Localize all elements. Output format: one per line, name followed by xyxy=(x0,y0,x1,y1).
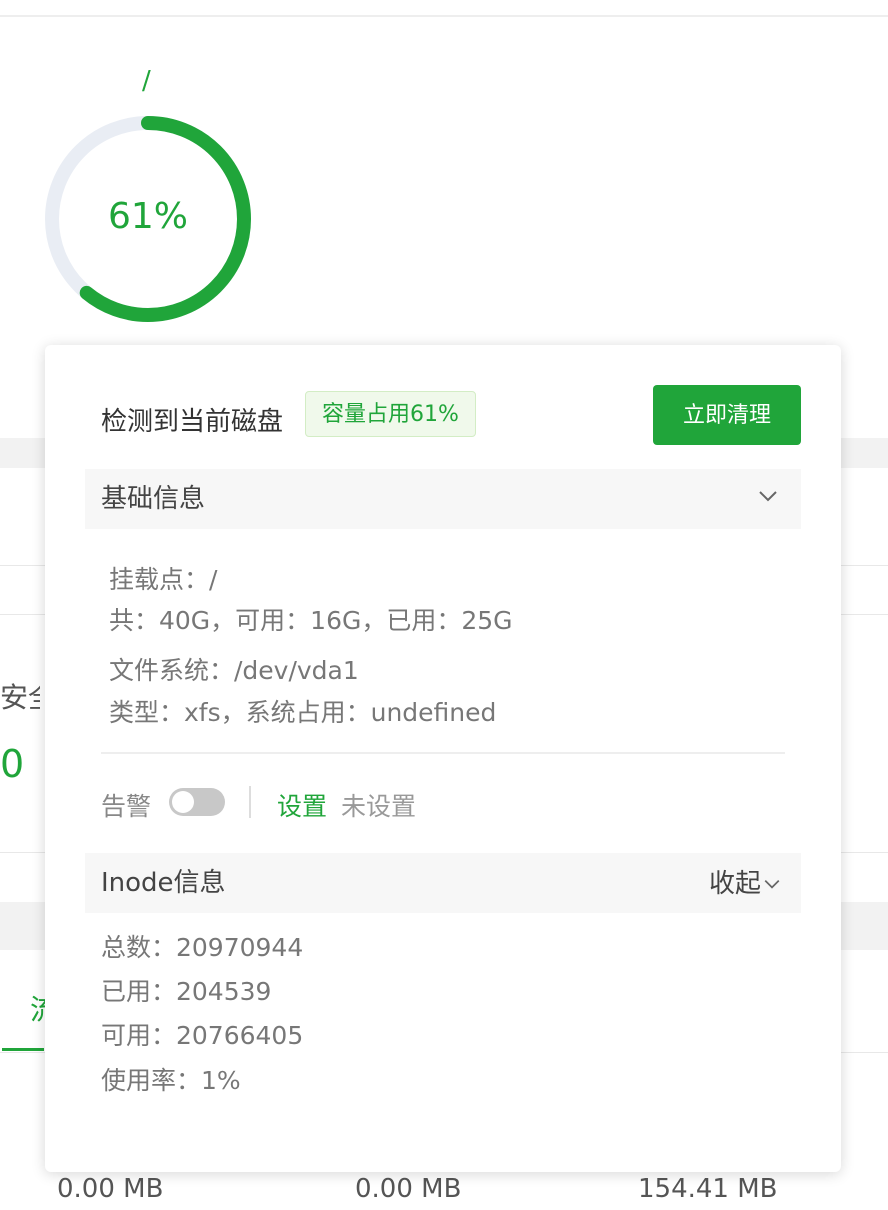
inode-used: 已用：204539 xyxy=(101,977,272,1006)
disk-capacity: 共：40G，可用：16G，已用：25G xyxy=(109,606,513,635)
bg-mb-value: 0.00 MB xyxy=(57,1174,164,1204)
inode-available: 可用：20766405 xyxy=(101,1021,304,1050)
inode-info-header[interactable]: Inode信息 收起 xyxy=(85,853,801,913)
basic-info-header[interactable]: 基础信息 xyxy=(85,469,801,529)
bg-security-label: 安全 xyxy=(0,681,40,714)
disk-mount-label[interactable]: / xyxy=(142,66,151,96)
popup-title: 检测到当前磁盘 xyxy=(101,407,284,437)
chevron-down-icon xyxy=(764,879,780,889)
basic-info-title: 基础信息 xyxy=(101,484,206,514)
clean-now-button[interactable]: 立即清理 xyxy=(653,385,801,445)
top-divider xyxy=(0,15,888,17)
toggle-knob xyxy=(172,791,194,813)
chevron-down-icon xyxy=(759,491,777,502)
collapse-label: 收起 xyxy=(708,868,761,899)
bg-mb-value: 0.00 MB xyxy=(355,1174,462,1204)
bg-tab-underline xyxy=(2,1048,44,1051)
inode-usage-rate: 使用率：1% xyxy=(101,1066,241,1095)
disk-detail-popup: 检测到当前磁盘 容量占用61% 立即清理 基础信息 挂载点：/ 共：40G，可用… xyxy=(45,345,841,1172)
collapse-toggle[interactable]: 收起 xyxy=(709,853,783,914)
usage-badge: 容量占用61% xyxy=(305,391,476,437)
fs-type: 类型：xfs，系统占用：undefined xyxy=(109,698,497,727)
vertical-separator xyxy=(249,786,251,818)
alarm-toggle[interactable] xyxy=(169,788,225,816)
filesystem: 文件系统：/dev/vda1 xyxy=(109,656,359,685)
section-divider xyxy=(101,752,785,754)
alarm-settings-link[interactable]: 设置 xyxy=(277,787,327,823)
bg-security-value: 0 xyxy=(0,742,25,786)
disk-usage-percent: 61% xyxy=(107,196,188,237)
alarm-label: 告警 xyxy=(101,792,152,821)
inode-info-title: Inode信息 xyxy=(101,868,226,898)
mount-point: 挂载点：/ xyxy=(109,565,218,594)
inode-total: 总数：20970944 xyxy=(101,933,304,962)
alarm-status: 未设置 xyxy=(341,792,417,821)
bg-mb-value: 154.41 MB xyxy=(638,1174,778,1204)
